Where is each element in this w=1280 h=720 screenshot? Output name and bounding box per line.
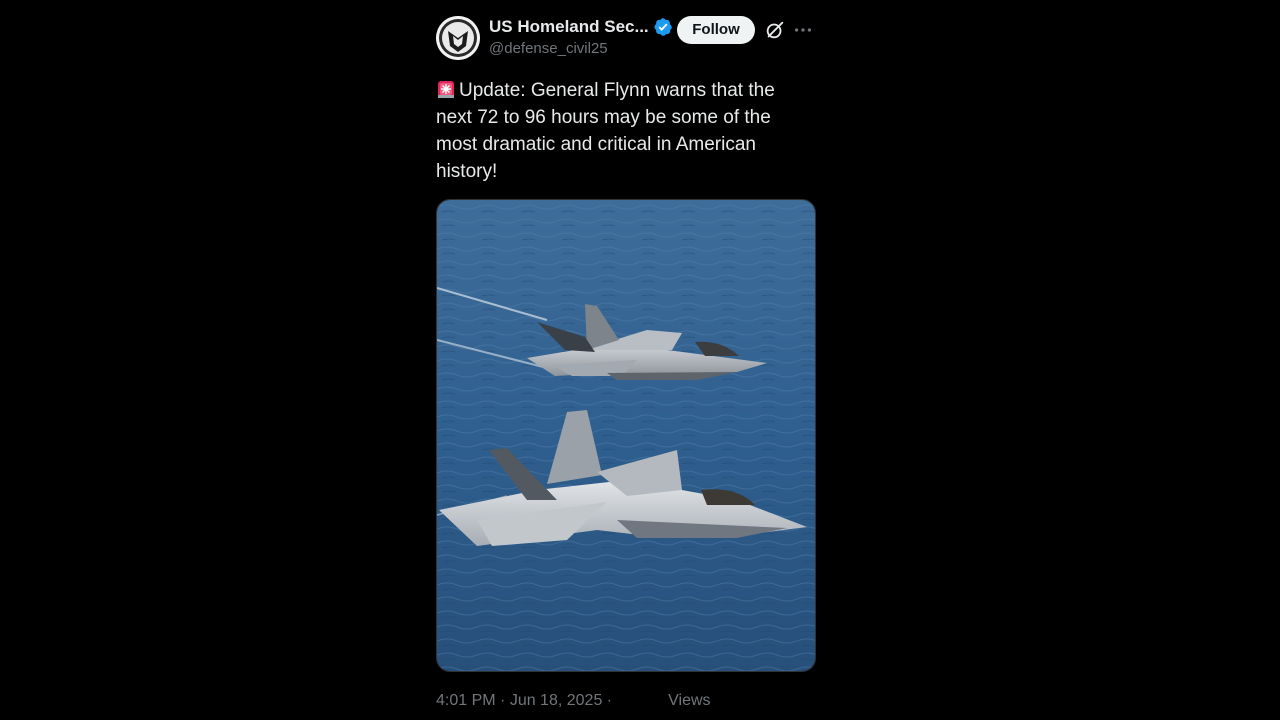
- meta-separator: ·: [495, 692, 510, 709]
- post-date[interactable]: Jun 18, 2025: [510, 692, 603, 710]
- post-card: US Homeland Sec... @defense_civil25 Foll…: [436, 14, 816, 710]
- post-header: US Homeland Sec... @defense_civil25 Foll…: [436, 14, 816, 64]
- post-text: Update: General Flynn warns that the nex…: [436, 77, 796, 185]
- shield-emblem-icon: [436, 16, 480, 60]
- author-handle[interactable]: @defense_civil25: [489, 40, 673, 57]
- avatar[interactable]: [436, 16, 480, 60]
- fighter-jets-photo: [437, 200, 815, 671]
- post-meta: 4:01 PM · Jun 18, 2025 · Views: [436, 692, 816, 710]
- meta-separator: ·: [602, 692, 613, 709]
- views-label: Views: [668, 692, 711, 709]
- display-name[interactable]: US Homeland Sec...: [489, 17, 649, 37]
- grok-icon[interactable]: [764, 19, 786, 41]
- verified-badge-icon: [654, 18, 672, 36]
- post-body: Update: General Flynn warns that the nex…: [436, 80, 775, 182]
- siren-icon: [438, 81, 454, 98]
- more-icon[interactable]: [792, 19, 814, 41]
- post-time[interactable]: 4:01 PM: [436, 692, 496, 710]
- follow-button[interactable]: Follow: [677, 16, 755, 44]
- post-image[interactable]: [436, 199, 816, 672]
- author-names: US Homeland Sec... @defense_civil25: [489, 15, 673, 57]
